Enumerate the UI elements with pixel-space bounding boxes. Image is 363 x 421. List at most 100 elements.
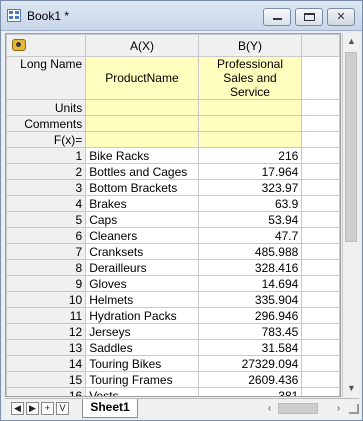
product-name-cell[interactable]: Helmets (85, 291, 199, 308)
empty-cell[interactable] (301, 115, 340, 132)
sales-value-cell[interactable]: 27329.094 (197, 355, 303, 372)
long-name-a[interactable]: ProductName (85, 56, 199, 100)
resize-grip-icon[interactable] (349, 404, 359, 414)
vertical-scroll-thumb[interactable] (345, 52, 357, 242)
row-header[interactable]: 16 (6, 387, 87, 396)
row-header[interactable]: 1 (6, 147, 87, 164)
empty-cell[interactable] (301, 371, 340, 388)
empty-cell[interactable] (301, 99, 340, 116)
units-a[interactable] (85, 99, 199, 116)
product-name-cell[interactable]: Touring Bikes (85, 355, 199, 372)
sales-value-cell[interactable]: 335.904 (197, 291, 303, 308)
minimize-button[interactable] (263, 8, 291, 26)
comments-a[interactable] (85, 115, 199, 132)
row-header[interactable]: 11 (6, 307, 87, 324)
formula-b[interactable] (197, 131, 303, 148)
row-header[interactable]: 9 (6, 275, 87, 292)
next-sheet-button[interactable]: ▶ (26, 402, 39, 415)
row-header[interactable]: 3 (6, 179, 87, 196)
sales-value-cell[interactable]: 485.988 (197, 243, 303, 260)
horizontal-scrollbar[interactable]: ‹ › (263, 402, 345, 415)
empty-cell[interactable] (301, 211, 340, 228)
row-header[interactable]: 14 (6, 355, 87, 372)
product-name-cell[interactable]: Saddles (85, 339, 199, 356)
empty-cell[interactable] (301, 387, 340, 396)
close-button[interactable]: ✕ (327, 8, 355, 26)
empty-cell[interactable] (301, 323, 340, 340)
empty-cell[interactable] (301, 147, 340, 164)
scroll-left-icon[interactable]: ‹ (263, 402, 276, 415)
row-header[interactable]: 2 (6, 163, 87, 180)
prev-sheet-button[interactable]: ◀ (11, 402, 24, 415)
empty-cell[interactable] (301, 179, 340, 196)
row-header[interactable]: 10 (6, 291, 87, 308)
row-header[interactable]: 6 (6, 227, 87, 244)
sales-value-cell[interactable]: 296.946 (197, 307, 303, 324)
formula-a[interactable] (85, 131, 199, 148)
empty-cell[interactable] (301, 291, 340, 308)
sales-value-cell[interactable]: 63.9 (197, 195, 303, 212)
select-all-corner[interactable] (6, 34, 87, 57)
product-name-cell[interactable]: Bike Racks (85, 147, 199, 164)
column-header-empty[interactable] (301, 34, 340, 57)
product-name-cell[interactable]: Hydration Packs (85, 307, 199, 324)
units-b[interactable] (197, 99, 303, 116)
product-name-cell[interactable]: Jerseys (85, 323, 199, 340)
row-header[interactable]: 5 (6, 211, 87, 228)
empty-cell[interactable] (301, 163, 340, 180)
empty-cell[interactable] (301, 275, 340, 292)
product-name-cell[interactable]: Bottom Brackets (85, 179, 199, 196)
horizontal-scroll-thumb[interactable] (278, 403, 318, 414)
row-header[interactable]: 7 (6, 243, 87, 260)
maximize-button[interactable] (295, 8, 323, 26)
add-sheet-button[interactable]: + (41, 402, 54, 415)
product-name-cell[interactable]: Cleaners (85, 227, 199, 244)
column-header-a[interactable]: A(X) (85, 34, 199, 57)
product-name-cell[interactable]: Brakes (85, 195, 199, 212)
product-name-cell[interactable]: Cranksets (85, 243, 199, 260)
vertical-scrollbar[interactable]: ▲ ▼ (342, 33, 359, 397)
worksheet-grid[interactable]: A(X) B(Y) Long Name ProductName Professi… (5, 33, 341, 397)
product-name-cell[interactable]: Touring Frames (85, 371, 199, 388)
scroll-up-icon[interactable]: ▲ (343, 33, 360, 50)
sheet-list-button[interactable]: V (56, 402, 69, 415)
long-name-b[interactable]: Professional Sales and Service (197, 56, 303, 100)
product-name-cell[interactable]: Gloves (85, 275, 199, 292)
row-header[interactable]: 8 (6, 259, 87, 276)
row-header[interactable]: 13 (6, 339, 87, 356)
sales-value-cell[interactable]: 216 (197, 147, 303, 164)
row-header[interactable]: 15 (6, 371, 87, 388)
title-bar[interactable]: Book1 * ✕ (1, 1, 362, 31)
scroll-down-icon[interactable]: ▼ (343, 380, 360, 397)
sales-value-cell[interactable]: 328.416 (197, 259, 303, 276)
sales-value-cell[interactable]: 2609.436 (197, 371, 303, 388)
column-header-b[interactable]: B(Y) (197, 34, 303, 57)
empty-cell[interactable] (301, 339, 340, 356)
sales-value-cell[interactable]: 53.94 (197, 211, 303, 228)
sales-value-cell[interactable]: 323.97 (197, 179, 303, 196)
row-header[interactable]: 12 (6, 323, 87, 340)
empty-cell[interactable] (301, 131, 340, 148)
maximize-icon (304, 13, 315, 21)
sales-value-cell[interactable]: 17.964 (197, 163, 303, 180)
product-name-cell[interactable]: Caps (85, 211, 199, 228)
empty-cell[interactable] (301, 243, 340, 260)
empty-cell[interactable] (301, 307, 340, 324)
empty-cell[interactable] (301, 56, 340, 100)
product-name-cell[interactable]: Derailleurs (85, 259, 199, 276)
tab-sheet1[interactable]: Sheet1 (82, 399, 138, 418)
product-name-cell[interactable]: Bottles and Cages (85, 163, 199, 180)
empty-cell[interactable] (301, 355, 340, 372)
scroll-right-icon[interactable]: › (332, 402, 345, 415)
sales-value-cell[interactable]: 381 (197, 387, 303, 396)
empty-cell[interactable] (301, 195, 340, 212)
product-name-cell[interactable]: Vests (85, 387, 199, 396)
sales-value-cell[interactable]: 47.7 (197, 227, 303, 244)
sales-value-cell[interactable]: 31.584 (197, 339, 303, 356)
sales-value-cell[interactable]: 783.45 (197, 323, 303, 340)
comments-b[interactable] (197, 115, 303, 132)
empty-cell[interactable] (301, 227, 340, 244)
row-header[interactable]: 4 (6, 195, 87, 212)
sales-value-cell[interactable]: 14.694 (197, 275, 303, 292)
empty-cell[interactable] (301, 259, 340, 276)
